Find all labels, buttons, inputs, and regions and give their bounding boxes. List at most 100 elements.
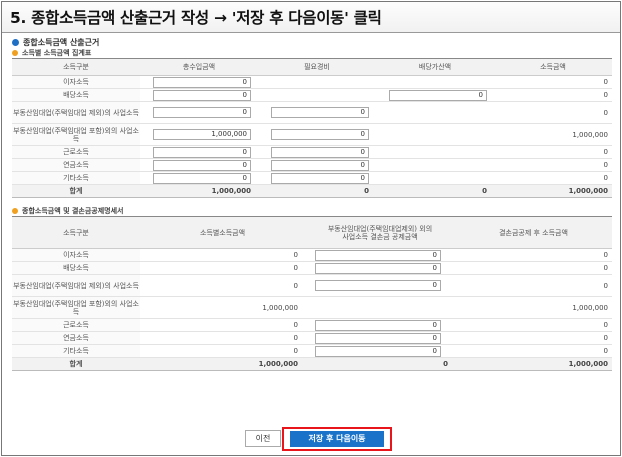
income-cell: 0 xyxy=(494,158,612,172)
income-type-cell: 부동산임대업(주택임대업 제외)의 사업소득 xyxy=(12,274,140,297)
expense-input[interactable]: 0 xyxy=(271,107,369,118)
deduction-input[interactable]: 0 xyxy=(315,319,441,331)
income-type-cell: 연금소득 xyxy=(12,331,140,345)
amount-cell: 0 xyxy=(140,344,305,358)
bullet-icon xyxy=(12,50,18,56)
table-row: 기타소득 0 0 0 xyxy=(12,171,612,185)
save-next-button[interactable]: 저장 후 다음이동 xyxy=(290,431,384,447)
revenue-cell: 0 xyxy=(140,88,258,102)
amount-cell: 0 xyxy=(140,331,305,345)
deduction-input[interactable]: 0 xyxy=(315,332,441,344)
dividend-cell xyxy=(376,123,494,146)
total-deduction-cell: 0 xyxy=(305,357,455,371)
bullet-icon xyxy=(12,38,19,46)
income-type-cell: 배당소득 xyxy=(12,88,140,102)
after-cell: 0 xyxy=(455,331,612,345)
income-type-cell: 근로소득 xyxy=(12,318,140,332)
total-label-cell: 합계 xyxy=(12,184,140,198)
income-type-cell: 기타소득 xyxy=(12,344,140,358)
revenue-input[interactable]: 0 xyxy=(153,172,251,184)
revenue-input[interactable]: 1,000,000 xyxy=(153,129,251,140)
table-row: 배당소득 0 0 0 xyxy=(12,261,612,275)
deduction-input[interactable]: 0 xyxy=(315,262,441,274)
deduction-cell: 0 xyxy=(305,344,455,358)
table-row: 기타소득 0 0 0 xyxy=(12,344,612,358)
income-summary-table: 소득구분 총수입금액 필요경비 배당가산액 소득금액 이자소득 0 0 배당소득 0 0 0… xyxy=(12,58,612,198)
after-cell: 0 xyxy=(455,344,612,358)
income-cell: 1,000,000 xyxy=(494,123,612,146)
revenue-cell: 0 xyxy=(140,101,258,124)
deduction-cell: 0 xyxy=(305,318,455,332)
expense-cell: 0 xyxy=(258,158,376,172)
step-banner: 5. 종합소득금액 산출근거 작성 → '저장 후 다음이동' 클릭 xyxy=(2,2,620,33)
table2-title: 종합소득금액 및 결손금공제명세서 xyxy=(22,207,124,215)
table-row: 부동산임대업(주택임대업 제외)의 사업소득 0 0 0 xyxy=(12,274,612,297)
table-row: 부동산임대업(주택임대업 제외)의 사업소득 0 0 0 xyxy=(12,101,612,124)
revenue-input[interactable]: 0 xyxy=(153,76,251,88)
column-header: 소득금액 xyxy=(494,58,612,76)
total-label-cell: 합계 xyxy=(12,357,140,371)
bullet-icon xyxy=(12,208,18,214)
total-expense-cell: 0 xyxy=(258,184,376,198)
deduction-cell: 0 xyxy=(305,331,455,345)
deduction-cell: 0 xyxy=(305,261,455,275)
column-header: 총수입금액 xyxy=(140,58,258,76)
table-row: 연금소득 0 0 0 xyxy=(12,331,612,345)
table-row: 연금소득 0 0 0 xyxy=(12,158,612,172)
deduction-input[interactable]: 0 xyxy=(315,345,441,357)
dividend-input[interactable]: 0 xyxy=(389,89,487,101)
expense-input[interactable]: 0 xyxy=(271,129,369,140)
total-income-cell: 1,000,000 xyxy=(494,184,612,198)
expense-cell: 0 xyxy=(258,123,376,146)
total-row: 합계 1,000,000 0 0 1,000,000 xyxy=(12,184,612,198)
table-row: 부동산임대업(주택임대업 포함)외의 사업소득 1,000,000 0 1,000,0… xyxy=(12,123,612,146)
deduction-cell: 0 xyxy=(305,274,455,297)
expense-input[interactable]: 0 xyxy=(271,146,369,158)
column-header: 필요경비 xyxy=(258,58,376,76)
table-header-row: 소득구분 총수입금액 필요경비 배당가산액 소득금액 xyxy=(12,58,612,76)
income-type-cell: 부동산임대업(주택임대업 제외)의 사업소득 xyxy=(12,101,140,124)
deduction-input[interactable]: 0 xyxy=(315,280,441,291)
after-cell: 1,000,000 xyxy=(455,296,612,319)
dividend-cell xyxy=(376,158,494,172)
prev-button[interactable]: 이전 xyxy=(245,430,281,447)
column-header: 결손금공제 후 소득금액 xyxy=(455,216,612,249)
income-type-cell: 이자소득 xyxy=(12,75,140,89)
dividend-cell xyxy=(376,145,494,159)
after-cell: 0 xyxy=(455,318,612,332)
table-row: 근로소득 0 0 0 xyxy=(12,145,612,159)
expense-input[interactable]: 0 xyxy=(271,172,369,184)
revenue-cell: 0 xyxy=(140,171,258,185)
table-row: 이자소득 0 0 0 xyxy=(12,248,612,262)
revenue-input[interactable]: 0 xyxy=(153,107,251,118)
expense-input[interactable]: 0 xyxy=(271,159,369,171)
guide-frame: 5. 종합소득금액 산출근거 작성 → '저장 후 다음이동' 클릭 종합소득금… xyxy=(1,1,621,456)
revenue-input[interactable]: 0 xyxy=(153,89,251,101)
dividend-cell xyxy=(376,101,494,124)
revenue-cell: 0 xyxy=(140,75,258,89)
income-type-cell: 이자소득 xyxy=(12,248,140,262)
revenue-input[interactable]: 0 xyxy=(153,159,251,171)
expense-cell xyxy=(258,88,376,102)
amount-cell: 0 xyxy=(140,261,305,275)
income-type-cell: 부동산임대업(주택임대업 포함)외의 사업소득 xyxy=(12,123,140,146)
section-heading: 종합소득금액 산출근거 xyxy=(12,36,614,48)
deduction-cell xyxy=(305,296,455,319)
column-header: 소득구분 xyxy=(12,216,140,249)
revenue-input[interactable]: 0 xyxy=(153,146,251,158)
column-header: 소득구분 xyxy=(12,58,140,76)
income-cell: 0 xyxy=(494,171,612,185)
income-cell: 0 xyxy=(494,101,612,124)
income-cell: 0 xyxy=(494,145,612,159)
income-type-cell: 부동산임대업(주택임대업 포함)외의 사업소득 xyxy=(12,296,140,319)
dividend-cell xyxy=(376,171,494,185)
expense-cell: 0 xyxy=(258,101,376,124)
expense-cell: 0 xyxy=(258,145,376,159)
total-amount-cell: 1,000,000 xyxy=(140,357,305,371)
column-header: 부동산임대업(주택임대업제외) 외의 사업소득 결손금 공제금액 xyxy=(305,216,455,249)
column-header: 배당가산액 xyxy=(376,58,494,76)
amount-cell: 0 xyxy=(140,248,305,262)
deduction-input[interactable]: 0 xyxy=(315,249,441,261)
deduction-table: 소득구분 소득별소득금액 부동산임대업(주택임대업제외) 외의 사업소득 결손금… xyxy=(12,216,612,371)
table-row: 배당소득 0 0 0 xyxy=(12,88,612,102)
